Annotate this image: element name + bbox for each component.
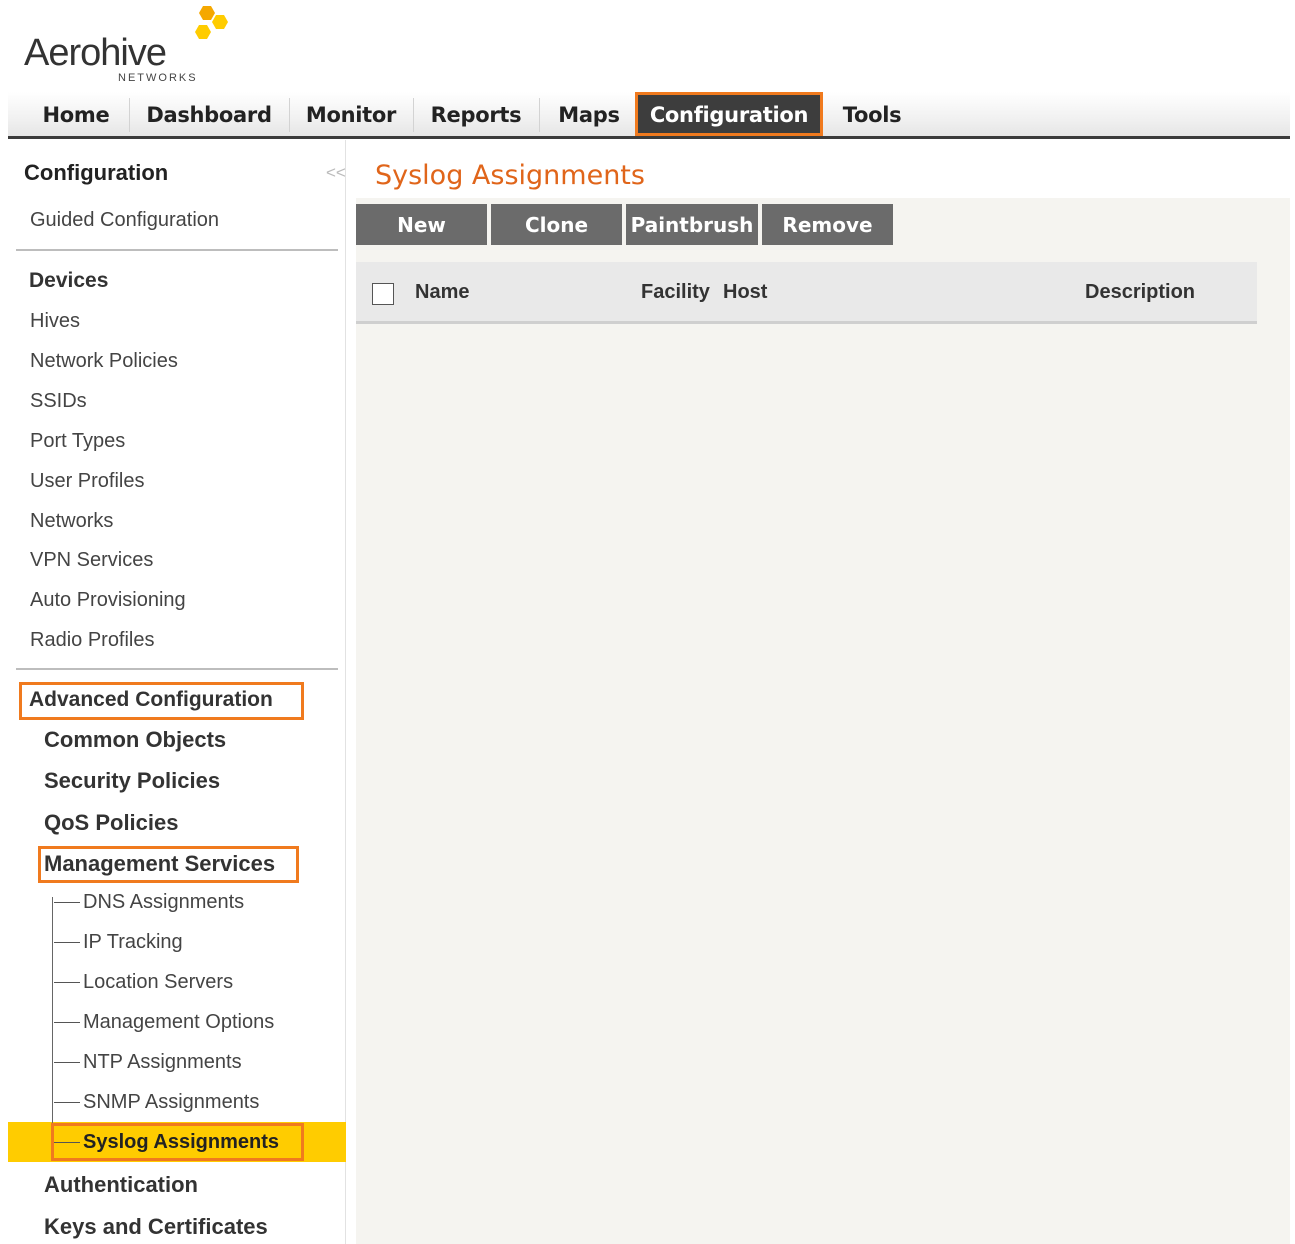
nav-dashboard[interactable]: Dashboard <box>136 92 282 136</box>
logo-subtext: NETWORKS <box>118 72 198 84</box>
paintbrush-button[interactable]: Paintbrush <box>626 204 758 245</box>
collapse-sidebar-icon[interactable]: << <box>326 163 346 183</box>
sidebar-item-location-servers[interactable]: Location Servers <box>54 971 233 994</box>
nav-home[interactable]: Home <box>30 92 122 136</box>
column-header-name[interactable]: Name <box>415 281 469 304</box>
nav-monitor[interactable]: Monitor <box>296 92 406 136</box>
tree-branch <box>54 1022 80 1024</box>
nav-separator <box>413 98 414 132</box>
highlight-box <box>19 682 304 720</box>
nav-separator <box>539 98 540 132</box>
sidebar-item-ssids[interactable]: SSIDs <box>30 390 87 413</box>
sidebar-title: Configuration <box>24 160 169 185</box>
sidebar-item-label: IP Tracking <box>83 931 183 953</box>
sidebar-item-qos-policies[interactable]: QoS Policies <box>44 810 179 836</box>
tree-branch <box>54 1102 80 1104</box>
nav-tools[interactable]: Tools <box>830 92 914 136</box>
sidebar-item-ip-tracking[interactable]: IP Tracking <box>54 931 183 954</box>
sidebar-item-radio-profiles[interactable]: Radio Profiles <box>30 629 155 652</box>
sidebar-item-port-types[interactable]: Port Types <box>30 430 125 453</box>
sidebar-heading-devices[interactable]: Devices <box>29 269 108 293</box>
highlight-box <box>38 846 299 883</box>
tree-branch <box>54 902 80 904</box>
divider <box>16 668 338 670</box>
aerohive-logo: Aerohive NETWORKS <box>24 6 244 88</box>
sidebar-item-networks[interactable]: Networks <box>30 510 113 533</box>
sidebar-item-dns-assignments[interactable]: DNS Assignments <box>54 891 244 914</box>
clone-button[interactable]: Clone <box>491 204 622 245</box>
sidebar-item-security-policies[interactable]: Security Policies <box>44 768 220 794</box>
nav-separator <box>289 98 290 132</box>
divider <box>16 249 338 251</box>
sidebar-item-management-options[interactable]: Management Options <box>54 1011 274 1034</box>
nav-maps[interactable]: Maps <box>546 92 632 136</box>
highlight-box <box>51 1123 304 1161</box>
sidebar-item-user-profiles[interactable]: User Profiles <box>30 470 144 493</box>
sidebar: Configuration << Guided Configuration De… <box>8 140 346 1244</box>
nav-separator <box>129 98 130 132</box>
logo-hexagons-icon <box>195 6 228 39</box>
column-header-description[interactable]: Description <box>1085 281 1195 304</box>
main-content: Syslog Assignments New Clone Paintbrush … <box>356 152 1290 1244</box>
column-header-host[interactable]: Host <box>723 281 767 304</box>
sidebar-item-guided-configuration[interactable]: Guided Configuration <box>30 209 219 232</box>
sidebar-item-label: DNS Assignments <box>83 891 245 913</box>
sidebar-item-vpn-services[interactable]: VPN Services <box>30 549 153 572</box>
sidebar-item-hives[interactable]: Hives <box>30 310 80 333</box>
sidebar-item-network-policies[interactable]: Network Policies <box>30 350 178 373</box>
nav-reports[interactable]: Reports <box>420 92 532 136</box>
tree-branch <box>54 1062 80 1064</box>
top-navigation: Home Dashboard Monitor Reports Maps Conf… <box>8 92 1290 139</box>
sidebar-item-auto-provisioning[interactable]: Auto Provisioning <box>30 589 186 612</box>
sidebar-item-snmp-assignments[interactable]: SNMP Assignments <box>54 1091 259 1114</box>
sidebar-item-label: NTP Assignments <box>83 1051 242 1073</box>
sidebar-item-authentication[interactable]: Authentication <box>44 1172 198 1198</box>
sidebar-item-label: SNMP Assignments <box>83 1091 260 1113</box>
sidebar-item-label: Location Servers <box>83 971 234 993</box>
sidebar-item-keys-and-certificates[interactable]: Keys and Certificates <box>44 1214 268 1240</box>
column-header-facility[interactable]: Facility <box>641 281 710 304</box>
select-all-checkbox[interactable] <box>372 283 394 305</box>
table-header: Name Facility Host Description <box>356 262 1257 324</box>
sidebar-item-ntp-assignments[interactable]: NTP Assignments <box>54 1051 242 1074</box>
title-bar: Syslog Assignments <box>356 152 1290 198</box>
tree-branch <box>54 942 80 944</box>
page-title: Syslog Assignments <box>375 160 645 191</box>
logo-wordmark: Aerohive <box>24 32 167 74</box>
new-button[interactable]: New <box>356 204 487 245</box>
sidebar-item-label: Management Options <box>83 1011 275 1033</box>
nav-configuration[interactable]: Configuration <box>635 92 823 136</box>
tree-branch <box>54 982 80 984</box>
tree-connector-line <box>52 897 53 1145</box>
remove-button[interactable]: Remove <box>762 204 893 245</box>
sidebar-item-common-objects[interactable]: Common Objects <box>44 727 226 753</box>
